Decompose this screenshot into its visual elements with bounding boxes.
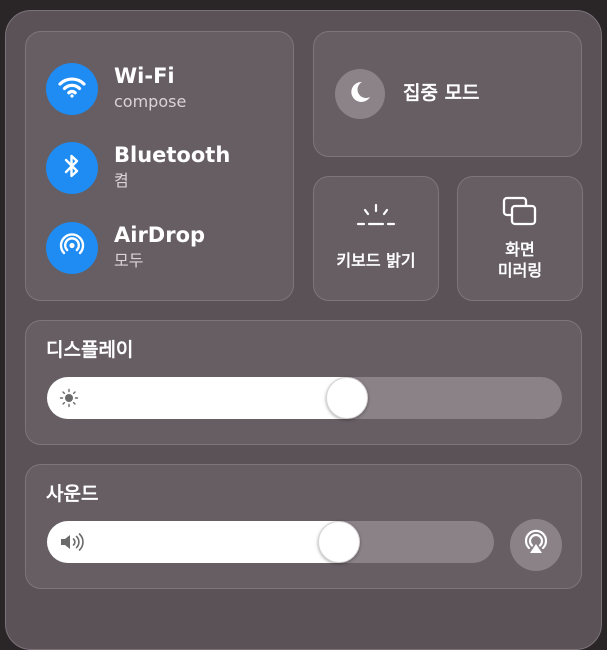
sound-tile: 사운드 (25, 464, 582, 589)
airdrop-item[interactable]: AirDrop 모두 (46, 222, 286, 276)
moon-icon (347, 79, 373, 109)
focus-toggle[interactable] (335, 69, 385, 119)
wifi-title: Wi-Fi (114, 64, 175, 88)
display-brightness-fill (47, 377, 348, 419)
network-tile: Wi-Fi compose Bluetooth 켬 AirDrop 모두 (25, 31, 294, 301)
bluetooth-icon (63, 153, 81, 183)
screen-mirroring-label-line1: 화면 (505, 240, 535, 259)
focus-mode-tile[interactable]: 집중 모드 (313, 31, 582, 157)
volume-slider[interactable] (47, 521, 494, 563)
volume-fill (47, 521, 340, 563)
display-brightness-knob[interactable] (326, 377, 369, 419)
keyboard-brightness-icon (314, 197, 438, 237)
bluetooth-item[interactable]: Bluetooth 켬 (46, 142, 286, 196)
control-center-panel: Wi-Fi compose Bluetooth 켬 AirDrop 모두 집중 … (5, 10, 602, 650)
bluetooth-toggle[interactable] (46, 142, 98, 194)
sound-title: 사운드 (46, 483, 99, 505)
screen-mirroring-label-line2: 미러링 (497, 261, 543, 280)
screen-mirroring-tile[interactable]: 화면 미러링 (457, 176, 583, 301)
wifi-icon (58, 75, 86, 103)
display-title: 디스플레이 (46, 339, 134, 361)
wifi-toggle[interactable] (46, 63, 98, 115)
speaker-icon (59, 521, 89, 563)
keyboard-brightness-tile[interactable]: 키보드 밝기 (313, 176, 439, 301)
airdrop-toggle[interactable] (46, 222, 98, 274)
display-tile: 디스플레이 (25, 320, 582, 445)
audio-output-button[interactable] (510, 519, 562, 571)
keyboard-brightness-label: 키보드 밝기 (336, 251, 416, 270)
bluetooth-title: Bluetooth (114, 143, 231, 167)
sun-icon (59, 377, 79, 419)
airdrop-status: 모두 (114, 251, 144, 270)
airplay-audio-icon (522, 529, 550, 561)
focus-mode-label: 집중 모드 (403, 82, 480, 104)
wifi-item[interactable]: Wi-Fi compose (46, 63, 286, 117)
bluetooth-status: 켬 (114, 171, 129, 190)
screen-mirroring-icon (458, 191, 582, 231)
airdrop-title: AirDrop (114, 223, 206, 247)
screen-mirroring-label: 화면 미러링 (458, 239, 582, 281)
wifi-network-name: compose (114, 92, 187, 111)
display-brightness-slider[interactable] (47, 377, 562, 419)
airdrop-icon (57, 231, 87, 265)
